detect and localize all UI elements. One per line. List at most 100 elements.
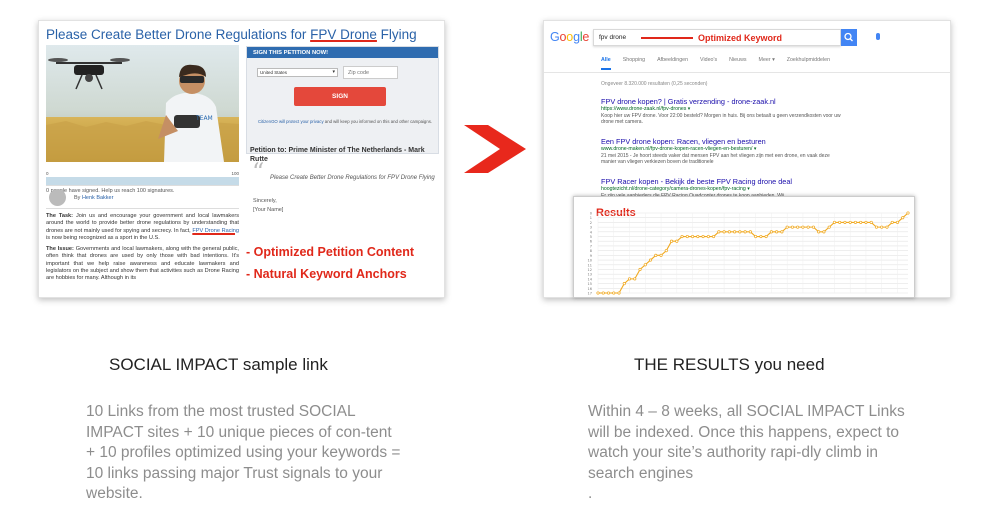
data-point <box>612 291 616 295</box>
privacy-link[interactable]: CitizenGO will protect your privacy <box>258 119 324 124</box>
form-header: SIGN THIS PETITION NOW! <box>247 47 438 58</box>
data-point <box>827 225 831 229</box>
data-point <box>706 234 710 239</box>
sign-button[interactable]: SIGN <box>294 87 386 106</box>
data-point <box>832 220 836 224</box>
y-tick-label: 12 <box>588 268 592 272</box>
google-logo: Google <box>550 30 589 44</box>
data-point <box>880 225 884 229</box>
keyword-anchor-link[interactable]: FPV Drone Racing <box>192 228 239 234</box>
data-point <box>654 253 658 257</box>
y-tick-label: 2 <box>590 221 592 225</box>
y-tick-label: 1 <box>590 216 592 220</box>
right-caption-title: THE RESULTS you need <box>634 355 825 374</box>
data-point <box>843 220 847 224</box>
y-tick-label: 14 <box>588 277 593 281</box>
data-point <box>733 230 737 234</box>
result-snippet: 21 mei 2015 - Je hoort steeds vaker dat … <box>601 153 830 166</box>
petition-to: Petition to: Prime Minister of The Nethe… <box>250 147 425 163</box>
data-point <box>790 225 794 229</box>
y-tick-label: 3 <box>590 226 592 230</box>
petition-screenshot: Please Create Better Drone Regulations f… <box>38 20 445 298</box>
result-title-link[interactable]: FPV drone kopen? | Gratis verzending - d… <box>601 97 841 106</box>
y-tick-label: 16 <box>588 287 592 291</box>
letter-signoff: Sincerely, [Your Name] <box>253 198 284 213</box>
data-point <box>864 220 868 224</box>
annotation-content: - Optimized Petition Content <box>246 245 415 259</box>
left-caption-description: 10 Links from the most trusted SOCIAL IM… <box>86 403 401 502</box>
progress-start: 0 <box>46 171 49 176</box>
tab-nieuws[interactable]: Nieuws <box>729 57 746 70</box>
avatar <box>49 189 66 206</box>
country-select[interactable]: United States <box>257 68 338 77</box>
google-header: Google fpv drone Optimized Keyword Alle S… <box>544 21 950 73</box>
search-input[interactable]: fpv drone Optimized Keyword <box>593 29 880 46</box>
data-point <box>822 230 826 234</box>
data-point <box>738 230 742 234</box>
y-tick-label: 15 <box>588 282 592 286</box>
petition-title: Please Create Better Drone Regulations f… <box>46 27 417 42</box>
result-title-link[interactable]: FPV Racer kopen - Bekijk de beste FPV Ra… <box>601 177 841 186</box>
search-query: fpv drone <box>599 34 627 41</box>
result-snippet: Koop hier uw FPV drone. Voor 22:00 beste… <box>601 113 841 126</box>
data-point <box>895 220 900 224</box>
data-point <box>606 291 611 295</box>
data-point <box>691 234 695 239</box>
author-row: By Henk Bakker <box>46 185 239 209</box>
data-point <box>601 291 605 295</box>
y-tick-label: 11 <box>588 263 592 267</box>
result-url: hoogtezicht.nl/drone-category/camera-dro… <box>601 186 750 192</box>
rank-line <box>598 212 909 294</box>
data-point <box>596 291 600 295</box>
data-point <box>638 267 642 272</box>
chevron-right-icon <box>464 125 526 173</box>
svg-text:TEAM: TEAM <box>195 115 213 122</box>
petition-title-keyword: FPV Drone <box>310 27 377 42</box>
tab-zoekhulpmiddelen[interactable]: Zoekhulpmiddelen <box>787 57 830 70</box>
search-button[interactable] <box>841 29 857 46</box>
microphone-icon[interactable] <box>876 33 880 40</box>
data-point <box>727 230 731 234</box>
search-result: Een FPV drone kopen: Racen, vliegen en b… <box>601 137 841 166</box>
issue-paragraph: The Issue: Governments and local lawmake… <box>46 246 239 282</box>
zip-code-input[interactable] <box>343 66 398 79</box>
data-point <box>743 230 747 234</box>
data-point <box>664 249 668 253</box>
y-tick-label: 4 <box>590 230 593 234</box>
data-point <box>859 220 863 224</box>
data-point <box>659 253 663 257</box>
data-point <box>775 230 779 234</box>
result-url: https://www.drone-zaak.nl/fpv-drones ▾ <box>601 106 691 112</box>
tab-alle[interactable]: Alle <box>601 57 611 70</box>
data-point <box>796 225 800 229</box>
ranking-chart-svg: 01234567891011121314151617 <box>588 211 910 296</box>
data-point <box>853 220 858 224</box>
data-point <box>627 277 632 281</box>
y-tick-label: 13 <box>588 273 592 277</box>
tab-videos[interactable]: Video's <box>700 57 717 70</box>
right-caption-description: Within 4 – 8 weeks, all SOCIAL IMPACT Li… <box>588 403 905 502</box>
petition-body: The Task: Join us and encourage your gov… <box>46 213 239 287</box>
data-point <box>901 216 905 220</box>
data-point <box>680 234 684 239</box>
author-byline: By Henk Bakker <box>74 195 114 201</box>
y-tick-label: 0 <box>590 212 592 216</box>
data-point <box>780 230 784 234</box>
logo-letter: e <box>582 30 590 44</box>
data-point <box>848 220 852 224</box>
author-link[interactable]: Henk Bakker <box>82 195 114 201</box>
result-count: Ongeveer 8.320.000 resultaten (0,25 seco… <box>601 81 708 87</box>
data-point <box>643 263 647 267</box>
data-point <box>696 234 700 239</box>
data-point <box>801 225 805 229</box>
tab-afbeeldingen[interactable]: Afbeeldingen <box>657 57 688 70</box>
result-url: www.drone-maken.nl/fpv-drone-kopen-racen… <box>601 146 757 152</box>
search-icon <box>844 32 853 42</box>
result-title-link[interactable]: Een FPV drone kopen: Racen, vliegen en b… <box>601 137 841 146</box>
search-result: FPV drone kopen? | Gratis verzending - d… <box>601 97 841 126</box>
data-point <box>670 239 674 243</box>
annotation-anchors: - Natural Keyword Anchors <box>246 267 407 281</box>
tab-meer[interactable]: Meer ▾ <box>759 57 775 70</box>
data-point <box>838 220 842 224</box>
tab-shopping[interactable]: Shopping <box>623 57 645 70</box>
